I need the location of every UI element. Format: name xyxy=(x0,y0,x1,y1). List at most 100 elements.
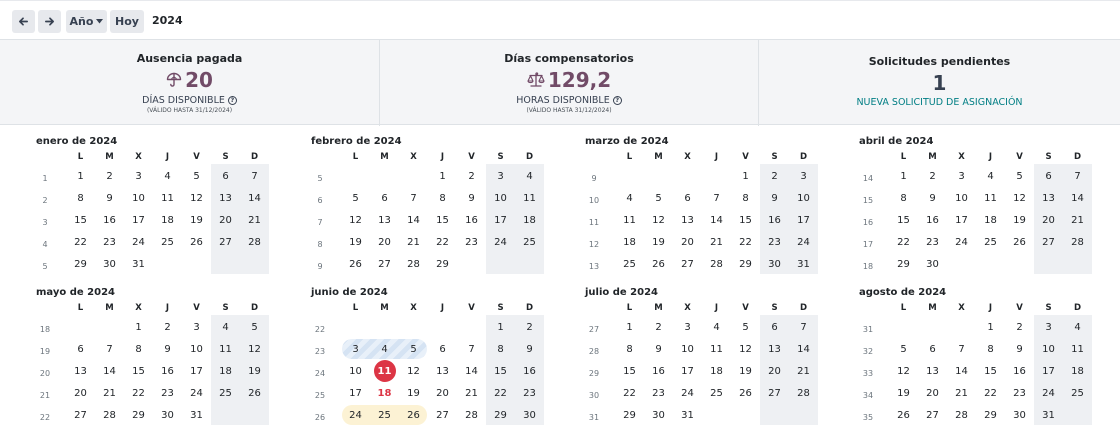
calendar-day[interactable]: 28 xyxy=(1063,231,1092,253)
calendar-day[interactable]: 23 xyxy=(515,382,544,404)
calendar-day[interactable]: 19 xyxy=(399,382,428,404)
calendar-day[interactable]: 17 xyxy=(341,382,370,404)
calendar-day[interactable]: 25 xyxy=(515,231,544,253)
calendar-day[interactable]: 6 xyxy=(66,338,95,360)
calendar-day[interactable]: 27 xyxy=(66,404,95,426)
calendar-day[interactable]: 7 xyxy=(95,338,124,360)
calendar-day[interactable]: 11 xyxy=(515,187,544,209)
calendar-day[interactable]: 12 xyxy=(1005,187,1034,209)
calendar-day[interactable]: 31 xyxy=(124,253,153,275)
calendar-day[interactable]: 24 xyxy=(947,231,976,253)
calendar-day[interactable]: 18 xyxy=(153,209,182,231)
new-allocation-request-link[interactable]: NUEVA SOLICITUD DE ASIGNACIÓN xyxy=(759,97,1120,108)
calendar-day[interactable]: 11 xyxy=(976,187,1005,209)
calendar-day[interactable]: 16 xyxy=(644,360,673,382)
calendar-day[interactable]: 10 xyxy=(947,187,976,209)
calendar-day[interactable]: 22 xyxy=(428,231,457,253)
calendar-day[interactable]: 21 xyxy=(95,382,124,404)
calendar-day[interactable]: 9 xyxy=(153,338,182,360)
calendar-day[interactable]: 7 xyxy=(1063,165,1092,187)
compensatory-days-card[interactable]: Días compensatorios 129,2 HORAS DISPONIB… xyxy=(380,40,759,126)
calendar-day[interactable]: 3 xyxy=(947,165,976,187)
calendar-day[interactable]: 5 xyxy=(182,165,211,187)
calendar-day[interactable]: 3 xyxy=(673,316,702,338)
calendar-day[interactable]: 3 xyxy=(182,316,211,338)
calendar-day[interactable]: 1 xyxy=(428,165,457,187)
calendar-day[interactable]: 12 xyxy=(399,360,428,382)
calendar-day[interactable]: 28 xyxy=(789,382,818,404)
calendar-day[interactable]: 11 xyxy=(1063,338,1092,360)
calendar-day[interactable]: 1 xyxy=(124,316,153,338)
calendar-day[interactable]: 6 xyxy=(760,316,789,338)
calendar-day[interactable]: 16 xyxy=(457,209,486,231)
calendar-day[interactable]: 1 xyxy=(615,316,644,338)
calendar-day[interactable]: 30 xyxy=(760,253,789,275)
calendar-day[interactable]: 8 xyxy=(66,187,95,209)
calendar-day[interactable]: 14 xyxy=(240,187,269,209)
calendar-day[interactable]: 30 xyxy=(153,404,182,426)
calendar-day[interactable]: 1 xyxy=(66,165,95,187)
calendar-day[interactable]: 15 xyxy=(486,360,515,382)
calendar-day[interactable]: 23 xyxy=(153,382,182,404)
calendar-day[interactable]: 4 xyxy=(702,316,731,338)
calendar-day[interactable]: 12 xyxy=(644,209,673,231)
calendar-day[interactable]: 22 xyxy=(731,231,760,253)
calendar-day[interactable]: 29 xyxy=(976,404,1005,426)
calendar-day[interactable]: 24 xyxy=(486,231,515,253)
calendar-day[interactable]: 2 xyxy=(1005,316,1034,338)
calendar-day[interactable]: 2 xyxy=(515,316,544,338)
calendar-day[interactable]: 3 xyxy=(341,338,370,360)
calendar-day[interactable]: 13 xyxy=(370,209,399,231)
calendar-day[interactable]: 20 xyxy=(1034,209,1063,231)
calendar-day[interactable]: 15 xyxy=(428,209,457,231)
calendar-day[interactable]: 24 xyxy=(182,382,211,404)
calendar-day[interactable]: 9 xyxy=(95,187,124,209)
calendar-day[interactable]: 2 xyxy=(644,316,673,338)
calendar-day[interactable]: 22 xyxy=(124,382,153,404)
calendar-day[interactable]: 5 xyxy=(731,316,760,338)
calendar-day[interactable]: 13 xyxy=(1034,187,1063,209)
calendar-day[interactable]: 15 xyxy=(124,360,153,382)
calendar-day[interactable]: 18 xyxy=(615,231,644,253)
calendar-day[interactable]: 9 xyxy=(644,338,673,360)
calendar-day[interactable]: 1 xyxy=(976,316,1005,338)
calendar-day[interactable]: 21 xyxy=(399,231,428,253)
help-icon[interactable]: ? xyxy=(227,96,237,105)
calendar-day[interactable]: 16 xyxy=(153,360,182,382)
calendar-day[interactable]: 16 xyxy=(515,360,544,382)
calendar-day[interactable]: 3 xyxy=(1034,316,1063,338)
calendar-day[interactable]: 16 xyxy=(760,209,789,231)
calendar-day[interactable]: 26 xyxy=(341,253,370,275)
calendar-day[interactable]: 25 xyxy=(153,231,182,253)
calendar-day[interactable]: 28 xyxy=(947,404,976,426)
calendar-day[interactable]: 21 xyxy=(457,382,486,404)
calendar-day[interactable]: 17 xyxy=(182,360,211,382)
calendar-day[interactable]: 21 xyxy=(947,382,976,404)
calendar-day[interactable]: 6 xyxy=(673,187,702,209)
calendar-day[interactable]: 11 xyxy=(702,338,731,360)
calendar-day[interactable]: 10 xyxy=(341,360,370,382)
calendar-day[interactable]: 26 xyxy=(731,382,760,404)
calendar-day[interactable]: 5 xyxy=(889,338,918,360)
calendar-day[interactable]: 2 xyxy=(918,165,947,187)
calendar-day[interactable]: 22 xyxy=(889,231,918,253)
calendar-day[interactable]: 13 xyxy=(66,360,95,382)
calendar-day[interactable]: 10 xyxy=(182,338,211,360)
calendar-day[interactable]: 21 xyxy=(789,360,818,382)
calendar-day[interactable]: 31 xyxy=(789,253,818,275)
calendar-day[interactable]: 11 xyxy=(211,338,240,360)
calendar-day[interactable]: 22 xyxy=(615,382,644,404)
calendar-day[interactable]: 25 xyxy=(702,382,731,404)
calendar-day[interactable]: 13 xyxy=(673,209,702,231)
calendar-day[interactable]: 20 xyxy=(66,382,95,404)
calendar-day[interactable]: 17 xyxy=(789,209,818,231)
calendar-day[interactable]: 10 xyxy=(124,187,153,209)
calendar-day[interactable]: 14 xyxy=(702,209,731,231)
calendar-day[interactable]: 3 xyxy=(789,165,818,187)
pending-requests-card[interactable]: Solicitudes pendientes 1 NUEVA SOLICITUD… xyxy=(759,40,1120,126)
calendar-day[interactable]: 25 xyxy=(976,231,1005,253)
calendar-day[interactable]: 26 xyxy=(644,253,673,275)
calendar-day[interactable]: 8 xyxy=(428,187,457,209)
calendar-day[interactable]: 8 xyxy=(731,187,760,209)
calendar-day[interactable]: 11 xyxy=(370,360,399,382)
